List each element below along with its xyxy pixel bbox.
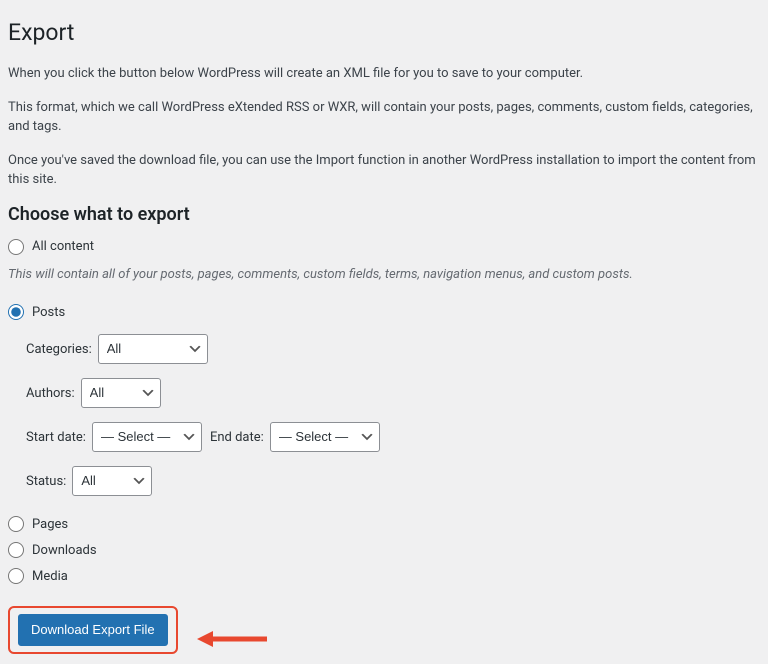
categories-label: Categories: — [26, 342, 92, 357]
radio-posts[interactable] — [8, 304, 24, 320]
posts-filters: Categories: All Authors: All Start date:… — [26, 334, 758, 496]
end-date-label: End date: — [210, 430, 264, 445]
radio-pages[interactable] — [8, 516, 24, 532]
page-title: Export — [8, 10, 758, 50]
end-date-select[interactable]: — Select — — [270, 422, 380, 452]
all-content-description: This will contain all of your posts, pag… — [8, 265, 758, 285]
radio-downloads[interactable] — [8, 542, 24, 558]
radio-downloads-label[interactable]: Downloads — [32, 543, 97, 558]
authors-select[interactable]: All — [81, 378, 161, 408]
authors-label: Authors: — [26, 386, 75, 401]
categories-select[interactable]: All — [98, 334, 208, 364]
status-select[interactable]: All — [72, 466, 152, 496]
start-date-select[interactable]: — Select — — [92, 422, 202, 452]
annotation-highlight: Download Export File — [8, 606, 178, 654]
radio-all-content[interactable] — [8, 239, 24, 255]
radio-media[interactable] — [8, 568, 24, 584]
radio-all-content-label[interactable]: All content — [32, 239, 94, 254]
radio-pages-label[interactable]: Pages — [32, 517, 68, 532]
radio-posts-label[interactable]: Posts — [32, 305, 65, 320]
radio-media-label[interactable]: Media — [32, 569, 68, 584]
intro-paragraph-1: When you click the button below WordPres… — [8, 64, 758, 84]
intro-paragraph-2: This format, which we call WordPress eXt… — [8, 98, 758, 137]
annotation-arrow-icon — [197, 629, 267, 649]
download-export-button[interactable]: Download Export File — [18, 614, 168, 646]
choose-heading: Choose what to export — [8, 204, 758, 225]
status-label: Status: — [26, 474, 66, 489]
start-date-label: Start date: — [26, 430, 86, 445]
intro-paragraph-3: Once you've saved the download file, you… — [8, 151, 758, 190]
